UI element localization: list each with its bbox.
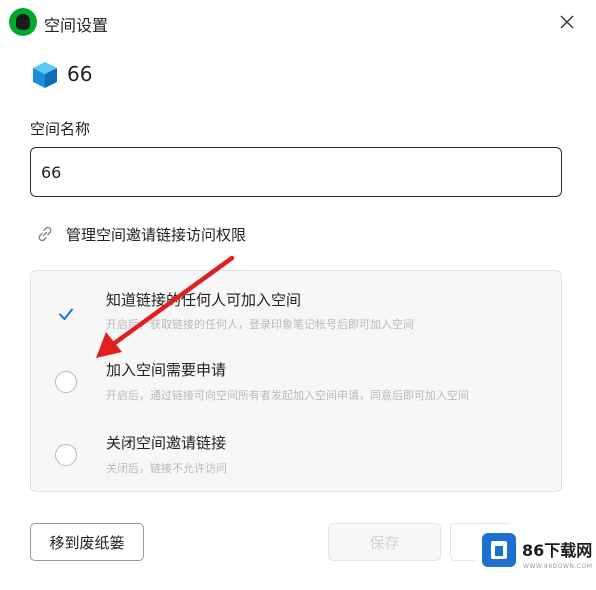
cube-icon bbox=[33, 62, 57, 88]
option-disable-invite-link[interactable]: 关闭空间邀请链接 关闭后，链接不允许访问 bbox=[31, 421, 563, 491]
close-button[interactable] bbox=[553, 8, 581, 36]
space-settings-dialog: 空间设置 66 空间名称 管理空间邀请链接访问权限 知道链接的任何人可加 bbox=[0, 0, 596, 590]
radio-button[interactable] bbox=[55, 371, 77, 393]
watermark-text: 86下载网 bbox=[522, 541, 593, 560]
save-button[interactable]: 保存 bbox=[328, 523, 441, 561]
option-title: 加入空间需要申请 bbox=[106, 361, 227, 379]
space-name-label: 空间名称 bbox=[30, 120, 91, 138]
option-anyone-with-link[interactable]: 知道链接的任何人可加入空间 开启后，获取链接的任何人，登录印象笔记帐号后即可加入… bbox=[31, 279, 563, 349]
invite-options-panel: 知道链接的任何人可加入空间 开启后，获取链接的任何人，登录印象笔记帐号后即可加入… bbox=[30, 270, 562, 492]
dialog-title: 空间设置 bbox=[44, 16, 109, 35]
option-description: 开启后，获取链接的任何人，登录印象笔记帐号后即可加入空间 bbox=[106, 318, 414, 331]
option-require-application[interactable]: 加入空间需要申请 开启后，通过链接可向空间所有者发起加入空间申请，同意后即可加入… bbox=[31, 351, 563, 421]
option-title: 关闭空间邀请链接 bbox=[106, 434, 227, 452]
move-to-trash-button[interactable]: 移到废纸篓 bbox=[30, 523, 144, 561]
close-icon bbox=[560, 15, 574, 29]
option-title: 知道链接的任何人可加入空间 bbox=[106, 291, 302, 309]
manage-link-label: 管理空间邀请链接访问权限 bbox=[66, 226, 247, 244]
watermark-logo-icon bbox=[482, 533, 516, 567]
option-description: 关闭后，链接不允许访问 bbox=[106, 462, 227, 475]
option-description: 开启后，通过链接可向空间所有者发起加入空间申请，同意后即可加入空间 bbox=[106, 389, 469, 402]
title-bar: 空间设置 bbox=[0, 0, 596, 44]
space-name-display: 66 bbox=[67, 62, 93, 86]
watermark-subtext: WWW.86DOWN.COM bbox=[523, 563, 593, 570]
radio-button[interactable] bbox=[55, 444, 77, 466]
site-watermark: 86下载网 WWW.86DOWN.COM bbox=[474, 527, 596, 590]
checkmark-icon bbox=[59, 308, 73, 320]
space-name-input[interactable] bbox=[30, 147, 562, 197]
evernote-elephant-icon bbox=[9, 8, 37, 36]
link-icon bbox=[38, 226, 52, 242]
